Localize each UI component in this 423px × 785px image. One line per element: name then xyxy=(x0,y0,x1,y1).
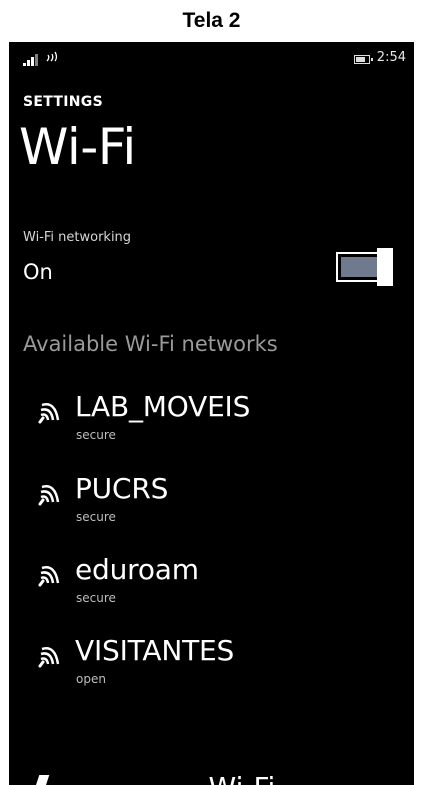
available-networks-heading: Available Wi-Fi networks xyxy=(23,332,278,356)
wifi-networking-label: Wi-Fi networking xyxy=(23,230,132,245)
network-item-eduroam[interactable]: eduroam secure xyxy=(9,553,414,623)
network-security: secure xyxy=(76,591,116,605)
wifi-signal-icon xyxy=(38,485,60,506)
network-item-visitantes[interactable]: VISITANTES open xyxy=(9,634,414,704)
network-security: open xyxy=(76,672,106,686)
toggle-track xyxy=(341,257,377,277)
status-time: 2:54 xyxy=(376,50,406,65)
wifi-networking-state: On xyxy=(23,260,53,284)
network-name: VISITANTES xyxy=(75,634,235,667)
signal-strength-icon xyxy=(23,54,41,66)
wifi-networking-toggle[interactable] xyxy=(336,248,393,286)
partial-item-icon xyxy=(34,775,50,785)
network-item-pucrs[interactable]: PUCRS secure xyxy=(9,472,414,542)
partial-item-label: ........ ..... Wi-Fi xyxy=(75,771,275,785)
status-bar: 2:54 xyxy=(9,42,414,74)
wifi-status-icon xyxy=(46,51,58,62)
battery-icon xyxy=(354,55,373,64)
page-title: Wi-Fi xyxy=(19,118,136,176)
partially-visible-list-item[interactable]: ........ ..... Wi-Fi xyxy=(9,769,414,785)
network-name: LAB_MOVEIS xyxy=(75,390,251,423)
network-name: PUCRS xyxy=(75,472,169,505)
wifi-signal-icon xyxy=(38,647,60,668)
settings-label: SETTINGS xyxy=(23,94,103,110)
network-security: secure xyxy=(76,510,116,524)
network-name: eduroam xyxy=(75,553,199,586)
network-security: secure xyxy=(76,428,116,442)
wifi-signal-icon xyxy=(38,403,60,424)
figure-caption: Tela 2 xyxy=(182,9,241,32)
wifi-signal-icon xyxy=(38,566,60,587)
phone-screen: 2:54 SETTINGS Wi-Fi Wi-Fi networking On … xyxy=(9,42,414,785)
network-item-lab-moveis[interactable]: LAB_MOVEIS secure xyxy=(9,390,414,460)
toggle-thumb[interactable] xyxy=(377,248,393,286)
